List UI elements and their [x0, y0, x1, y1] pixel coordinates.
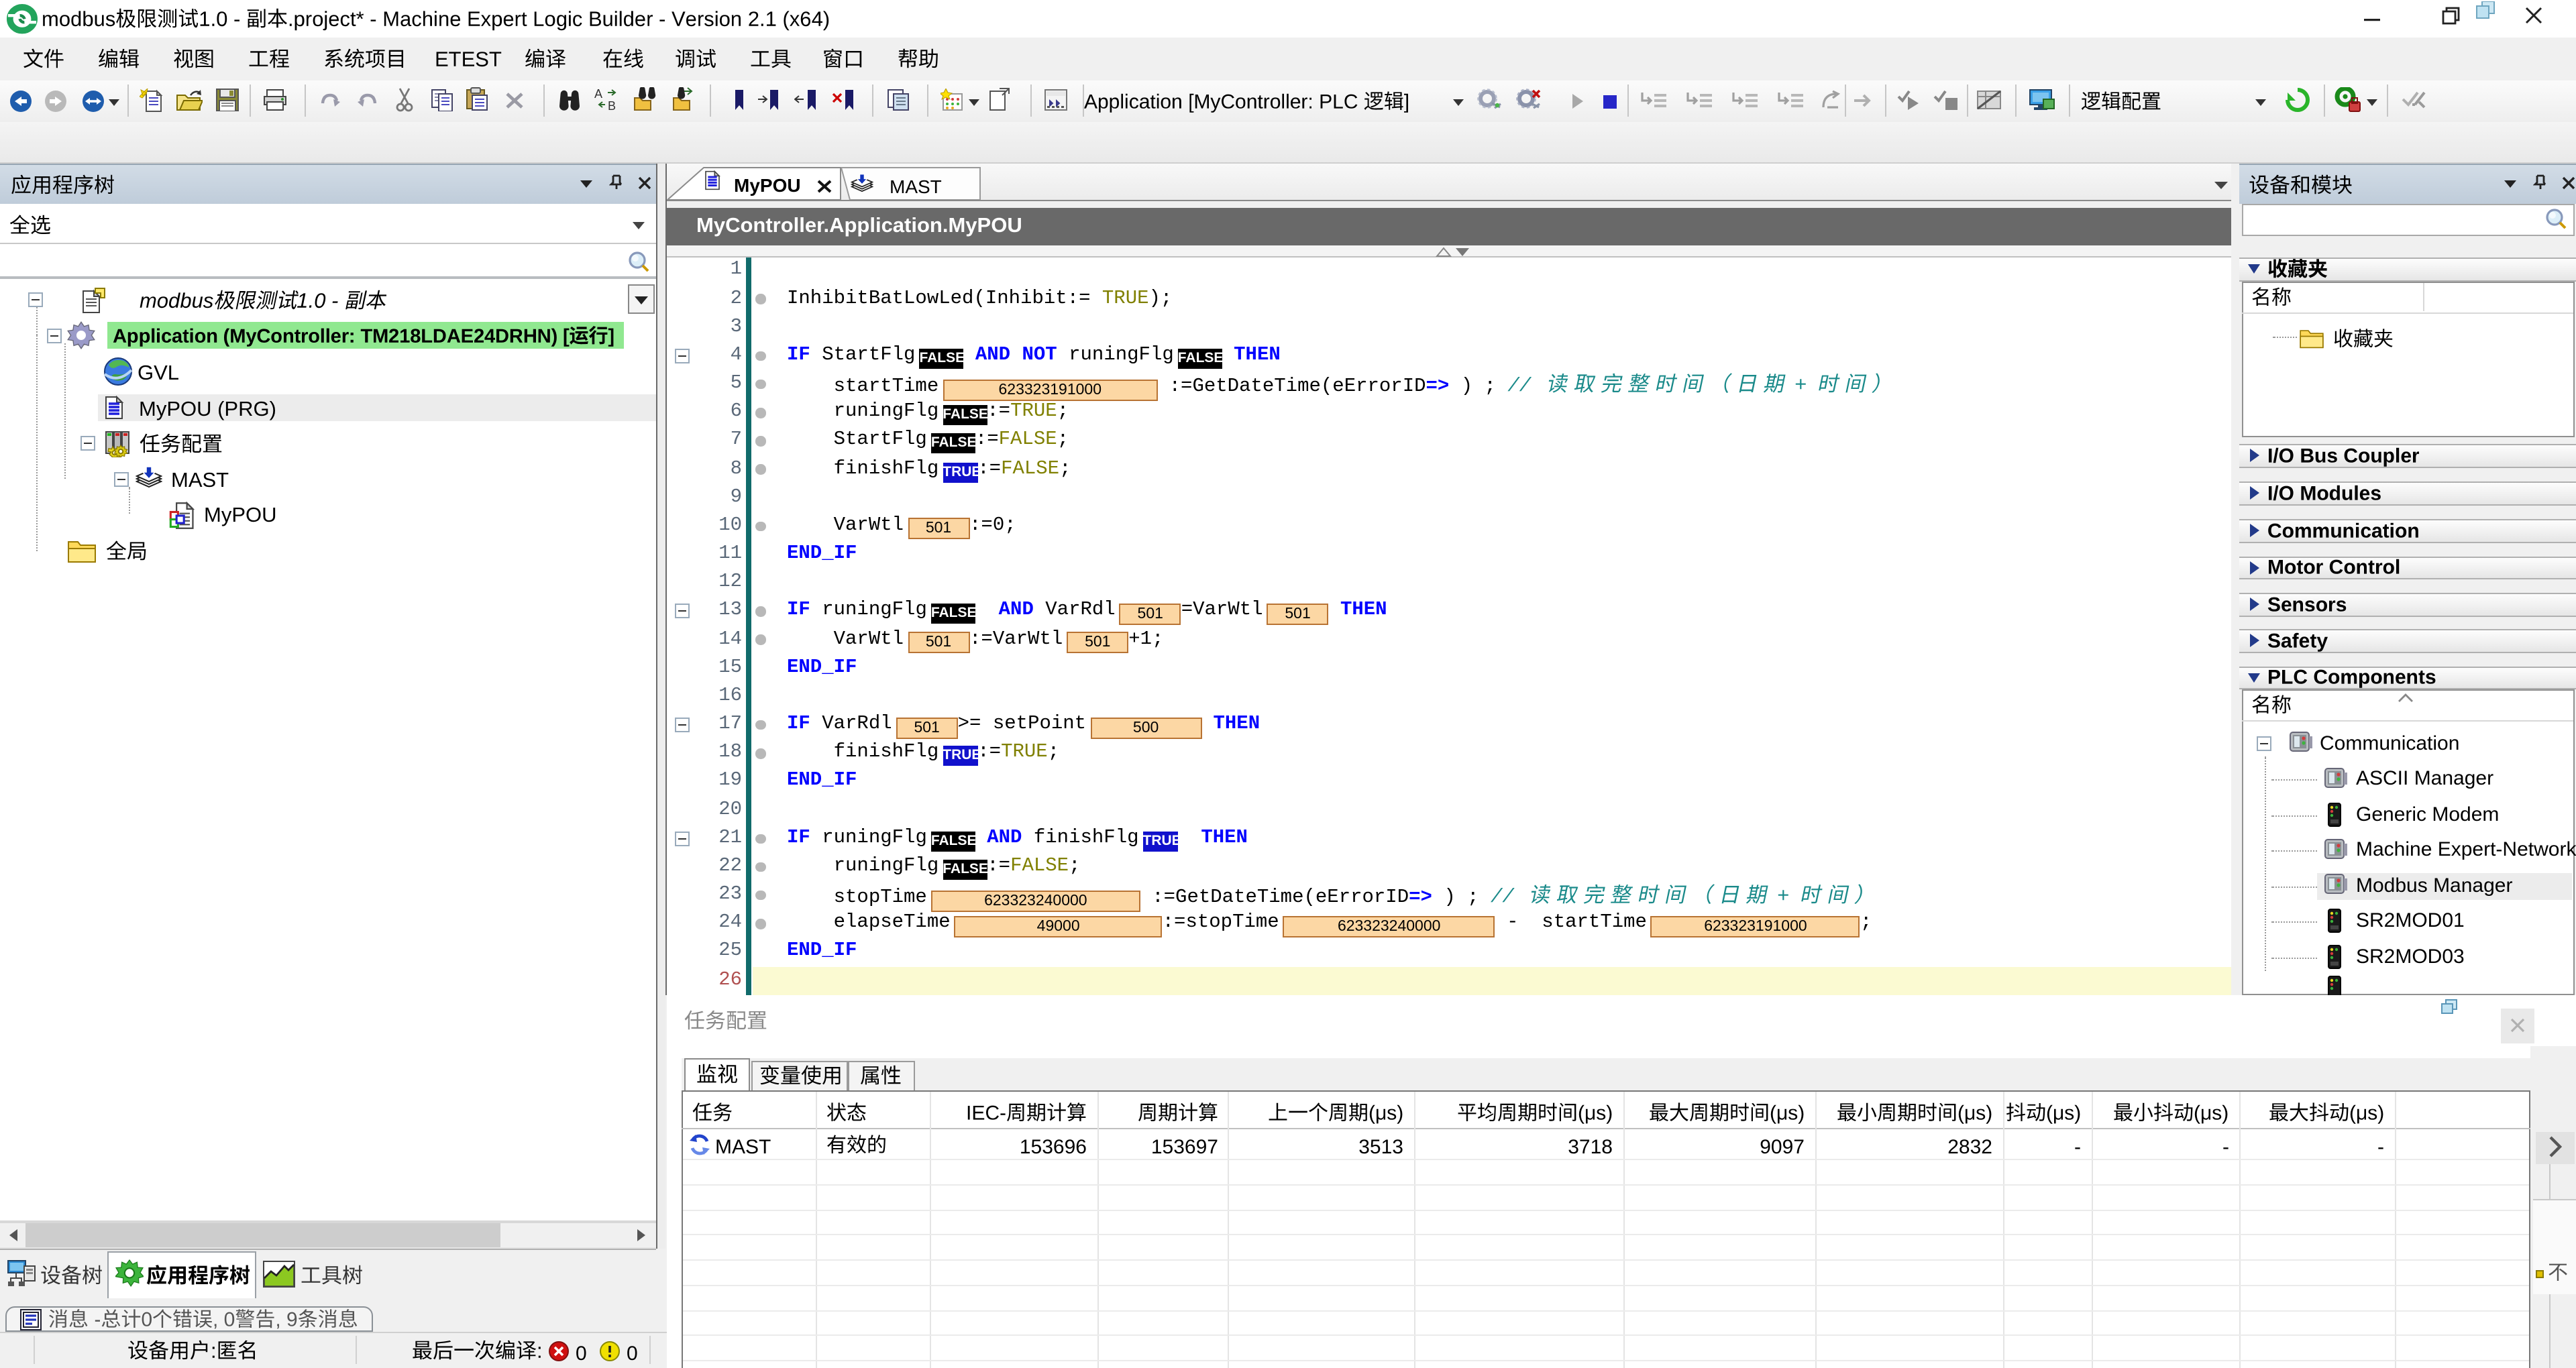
- svg-text:B: B: [608, 99, 616, 111]
- svg-text:A: A: [594, 87, 602, 101]
